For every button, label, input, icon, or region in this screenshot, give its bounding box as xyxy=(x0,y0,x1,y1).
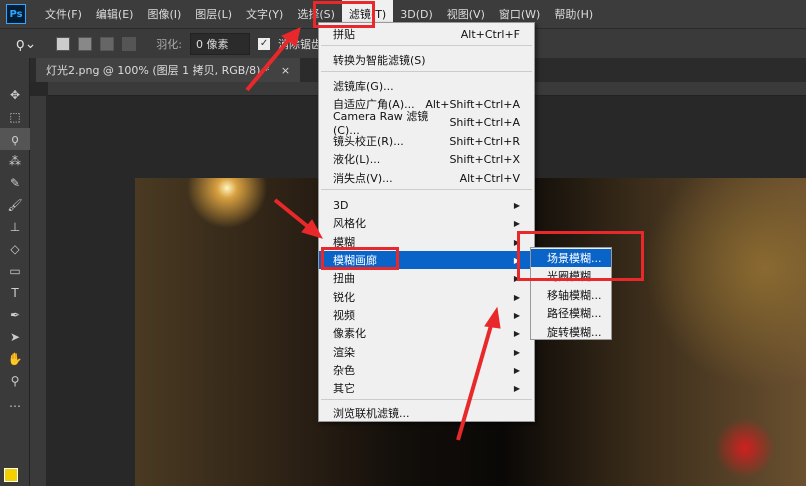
arrow-to-submenu xyxy=(456,321,494,441)
arrow-to-blur xyxy=(273,198,314,232)
annotation-arrows xyxy=(245,27,501,441)
arrowhead xyxy=(484,306,501,329)
arrow-to-filter-menu xyxy=(245,34,294,92)
